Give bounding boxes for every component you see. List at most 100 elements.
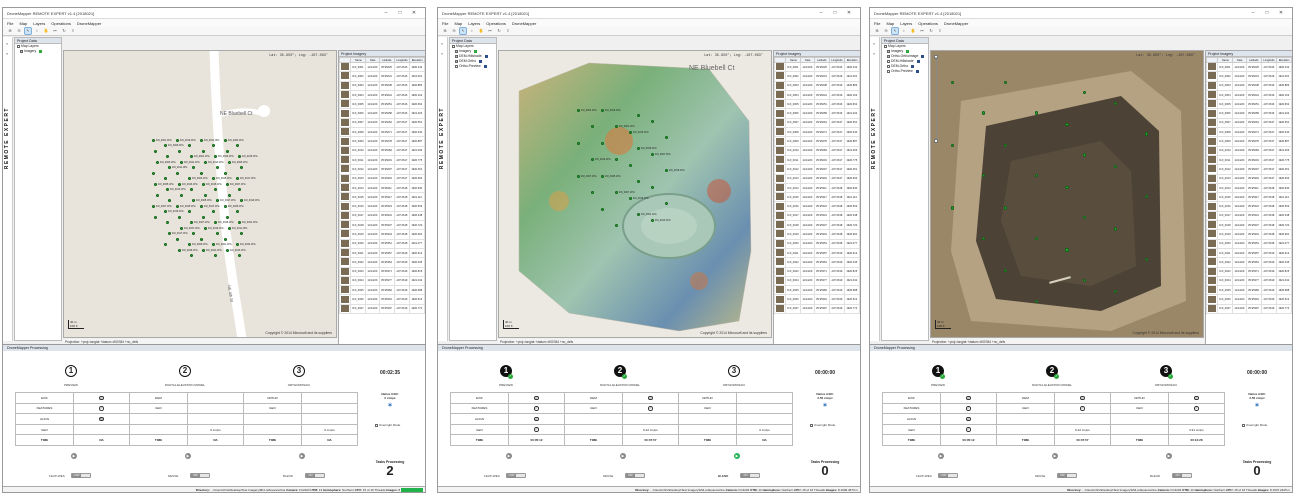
blend-toggle[interactable]: ON — [305, 473, 325, 478]
measure-icon[interactable]: ↦ — [52, 28, 58, 34]
table-row[interactable]: DJI_0006 11/14/20 35.95258 -107.0616 1921.20… — [339, 108, 425, 119]
table-row[interactable]: DJI_0009 11/14/20 35.95278 -107.0617 1920.88… — [339, 136, 425, 147]
table-row[interactable]: DJI_0016 11/14/20 35.95324 -107.0618 1920.50… — [774, 201, 860, 212]
zoom-out-icon[interactable]: ⊖ — [16, 28, 22, 34]
step-preview-icon[interactable]: 1 — [65, 365, 77, 377]
layer-checkbox[interactable] — [887, 70, 890, 73]
table-row[interactable]: DJI_0015 11/14/20 35.95317 -107.0618 1921.11… — [1206, 192, 1292, 203]
image-point-icon[interactable] — [1034, 299, 1038, 303]
table-row[interactable]: DJI_0013 11/14/20 35.95304 -107.0617 1920.66… — [339, 173, 425, 184]
table-row[interactable]: DJI_0005 11/14/20 35.95251 -107.0616 1920.66… — [1206, 99, 1292, 110]
layer-checkbox[interactable] — [452, 45, 455, 48]
overnight-checkbox[interactable] — [375, 423, 378, 427]
menu-item-layers[interactable]: Layers — [468, 21, 480, 26]
zoom-out-icon[interactable]: ⊖ — [883, 28, 889, 34]
close-icon[interactable]: ✕ — [1274, 10, 1288, 16]
refresh-icon[interactable]: ↻ — [928, 28, 934, 34]
table-row[interactable]: DJI_0017 11/14/20 35.95331 -107.0618 1920.34… — [1206, 210, 1292, 222]
table-row[interactable]: DJI_0008 11/14/20 35.95271 -107.0617 1920.34… — [774, 127, 860, 138]
blend-toggle[interactable]: ON — [1172, 473, 1192, 478]
maximize-icon[interactable]: □ — [393, 10, 407, 16]
pan-icon[interactable]: ✋ — [910, 28, 916, 34]
pointer-icon[interactable]: ↖ — [24, 27, 32, 35]
table-row[interactable]: DJI_0016 11/14/20 35.95324 -107.0618 1920.50… — [339, 201, 425, 212]
table-row[interactable]: DJI_0019 11/14/20 35.95344 -107.0618 1920.99… — [774, 229, 860, 240]
image-point-icon[interactable] — [1034, 111, 1038, 115]
overnight-mode[interactable]: Overnight Mode — [375, 423, 400, 427]
table-row[interactable]: DJI_0024 11/14/20 35.95377 -107.0619 1921.04… — [774, 275, 860, 287]
table-row[interactable]: DJI_0005 11/14/20 35.95251 -107.0616 1920.66… — [774, 99, 860, 110]
image-point-icon[interactable] — [1065, 122, 1069, 127]
zoom-in-icon[interactable]: ⊕ — [442, 28, 448, 34]
run-step-button[interactable]: ▶ — [299, 453, 305, 459]
layer-checkbox[interactable]: ✓ — [455, 50, 458, 53]
table-row[interactable]: DJI_0022 11/14/20 35.95364 -107.0619 1920.43… — [339, 257, 425, 268]
maximize-icon[interactable]: □ — [1260, 10, 1274, 16]
table-row[interactable]: DJI_0023 11/14/20 35.95371 -107.0619 1920.81… — [774, 266, 860, 277]
table-row[interactable]: DJI_0009 11/14/20 35.95278 -107.0617 1920.88… — [1206, 136, 1292, 147]
table-row[interactable]: DJI_0019 11/14/20 35.95344 -107.0618 1920.99… — [1206, 229, 1292, 240]
table-row[interactable]: DJI_0023 11/14/20 35.95371 -107.0619 1920.81… — [1206, 266, 1292, 277]
menu-item-layers[interactable]: Layers — [900, 21, 912, 26]
identify-icon[interactable]: i — [34, 28, 40, 34]
layer-checkbox[interactable]: ✓ — [455, 55, 458, 58]
image-point-icon[interactable] — [1144, 132, 1148, 136]
layer-checkbox[interactable] — [884, 45, 887, 48]
table-row[interactable]: DJI_0018 11/14/20 35.95337 -107.0618 1920.72… — [1206, 220, 1292, 231]
table-row[interactable]: DJI_0021 11/14/20 35.95357 -107.0619 1920.61… — [774, 247, 860, 259]
image-point-icon[interactable] — [1083, 153, 1087, 157]
table-row[interactable]: DJI_0012 11/14/20 35.95297 -107.0617 1920.45… — [339, 164, 425, 175]
refresh-icon[interactable]: ↻ — [496, 28, 502, 34]
table-row[interactable]: DJI_0021 11/14/20 35.95357 -107.0619 1920.61… — [339, 247, 425, 259]
pointer-icon[interactable]: ↖ — [891, 27, 899, 35]
table-row[interactable]: DJI_0004 11/14/20 35.95244 -107.0616 1920.10… — [1206, 89, 1292, 101]
menu-item-operations[interactable]: Operations — [51, 21, 71, 26]
dense-toggle[interactable]: OFF — [190, 473, 210, 478]
expand-arrow-icon[interactable]: » — [873, 51, 875, 56]
table-row[interactable]: DJI_0026 11/14/20 35.95391 -107.0619 1920.51… — [1206, 294, 1292, 305]
overnight-mode[interactable]: Overnight Mode — [1242, 423, 1267, 427]
table-row[interactable]: DJI_0018 11/14/20 35.95337 -107.0618 1920.72… — [774, 220, 860, 231]
measure-icon[interactable]: ↦ — [919, 28, 925, 34]
layers-icon[interactable]: ≡ — [937, 28, 943, 34]
table-row[interactable]: DJI_0015 11/14/20 35.95317 -107.0618 1921.11… — [774, 192, 860, 203]
identify-icon[interactable]: i — [901, 28, 907, 34]
table-row[interactable]: DJI_0014 11/14/20 35.95311 -107.0618 1920.93… — [339, 182, 425, 194]
step-ortho-icon[interactable]: 3 — [728, 365, 740, 377]
run-step-button[interactable]: ▶ — [1052, 453, 1058, 459]
run-step-button[interactable]: ▶ — [938, 453, 944, 459]
table-row[interactable]: DJI_0010 11/14/20 35.95284 -107.0617 1921.00… — [1206, 145, 1292, 156]
features-toggle[interactable]: LOW — [506, 473, 526, 478]
zoom-out-icon[interactable]: ⊖ — [451, 28, 457, 34]
table-row[interactable]: DJI_0027 11/14/20 35.95397 -107.0619 1920.77… — [774, 303, 860, 315]
blend-toggle[interactable]: ON — [740, 473, 760, 478]
overnight-checkbox[interactable] — [1242, 423, 1245, 427]
table-row[interactable]: DJI_0011 11/14/20 35.95291 -107.0617 1920.77… — [774, 154, 860, 166]
map-canvas[interactable]: + − Lat: 35.950°; Lng: -107.063° 40 m 100 ft… — [930, 50, 1204, 338]
menu-item-layers[interactable]: Layers — [33, 21, 45, 26]
table-row[interactable]: DJI_0025 11/14/20 35.95384 -107.0619 1920.68… — [339, 285, 425, 296]
measure-icon[interactable]: ↦ — [487, 28, 493, 34]
collapse-arrow-icon[interactable]: « — [441, 41, 443, 46]
table-row[interactable]: DJI_0012 11/14/20 35.95297 -107.0617 1920.45… — [774, 164, 860, 175]
layer-checkbox[interactable] — [887, 60, 890, 63]
layer-checkbox[interactable] — [455, 65, 458, 68]
layer-checkbox[interactable] — [887, 65, 890, 68]
pointer-icon[interactable]: ↖ — [459, 27, 467, 35]
table-row[interactable]: DJI_0022 11/14/20 35.95364 -107.0619 1920.43… — [774, 257, 860, 268]
table-row[interactable]: DJI_0017 11/14/20 35.95331 -107.0618 1920.34… — [774, 210, 860, 222]
layer-item[interactable]: ✓ Imagery — [15, 49, 61, 54]
dense-toggle[interactable]: OFF — [625, 473, 645, 478]
maximize-icon[interactable]: □ — [828, 10, 842, 16]
close-icon[interactable]: ✕ — [407, 10, 421, 16]
menu-item-file[interactable]: File — [874, 21, 880, 26]
menu-item-map[interactable]: Map — [886, 21, 894, 26]
run-step-button[interactable]: ▶ — [71, 453, 77, 459]
table-row[interactable]: DJI_0010 11/14/20 35.95284 -107.0617 1921.00… — [339, 145, 425, 156]
table-row[interactable]: DJI_0016 11/14/20 35.95324 -107.0618 1920.50… — [1206, 201, 1292, 212]
minimize-icon[interactable]: – — [379, 10, 393, 16]
table-row[interactable]: DJI_0011 11/14/20 35.95291 -107.0617 1920.77… — [1206, 154, 1292, 166]
run-step-button[interactable]: ▶ — [185, 453, 191, 459]
table-row[interactable]: DJI_0012 11/14/20 35.95297 -107.0617 1920.45… — [1206, 164, 1292, 175]
image-point-icon[interactable] — [1065, 248, 1069, 252]
